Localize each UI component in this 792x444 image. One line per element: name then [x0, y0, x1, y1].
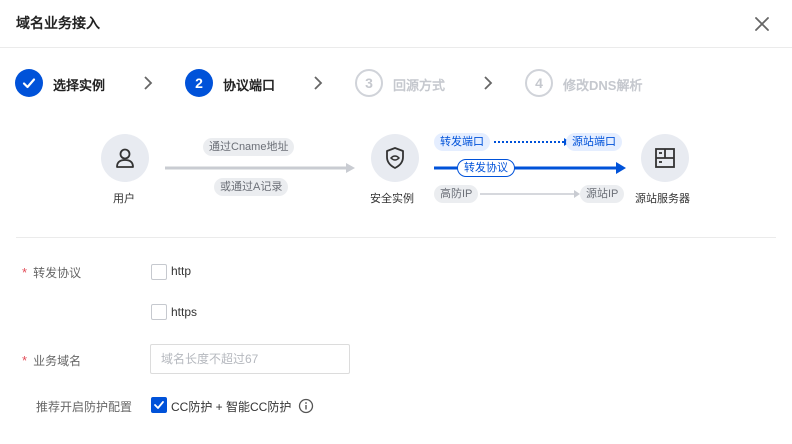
chevron-right-icon: [484, 76, 493, 90]
check-icon: [154, 401, 164, 409]
origin-port-pill: 源站端口: [566, 133, 622, 151]
cc-protection-checkbox[interactable]: [151, 397, 167, 413]
required-mark: *: [22, 353, 28, 368]
instance-label: 安全实例: [370, 193, 414, 205]
step-1-check-icon: [15, 69, 43, 97]
server-icon: [655, 148, 675, 168]
cname-pill: 通过Cname地址: [203, 138, 295, 156]
domain-label: * 业务域名: [22, 353, 82, 368]
a-record-pill: 或通过A记录: [214, 178, 289, 196]
chevron-right-icon: [144, 76, 153, 90]
info-icon[interactable]: [298, 398, 314, 414]
user-label: 用户: [113, 193, 135, 205]
http-checkbox[interactable]: [151, 264, 167, 280]
https-label[interactable]: https: [171, 305, 197, 319]
domain-input[interactable]: [150, 344, 350, 374]
server-node: [641, 134, 689, 182]
cc-protection-label[interactable]: CC防护 + 智能CC防护: [171, 398, 291, 415]
user-node: [101, 134, 149, 182]
forward-port-pill: 转发端口: [434, 133, 490, 151]
step-2-number: 2: [185, 69, 213, 97]
step-4-label: 修改DNS解析: [563, 78, 643, 93]
close-icon[interactable]: [752, 14, 772, 34]
dialog-header: 域名业务接入: [0, 0, 792, 48]
high-defense-ip-pill: 高防IP: [434, 185, 479, 203]
protocol-label: * 转发协议: [22, 265, 82, 280]
instance-node: [371, 134, 419, 182]
shield-icon: [386, 147, 404, 169]
chevron-right-icon: [314, 76, 323, 90]
recommend-label: 推荐开启防护配置: [36, 400, 133, 414]
step-3-label: 回源方式: [393, 78, 446, 93]
step-3-number: 3: [355, 69, 383, 97]
forward-protocol-pill: 转发协议: [457, 159, 515, 177]
flow-diagram: 用户 通过Cname地址 或通过A记录 安全实例 转发端口 源站端口 转发协议 …: [0, 120, 792, 220]
dialog-title: 域名业务接入: [16, 15, 100, 31]
step-1-label: 选择实例: [53, 78, 106, 93]
step-2-label: 协议端口: [223, 78, 276, 93]
divider: [16, 237, 776, 238]
server-label: 源站服务器: [635, 193, 690, 205]
http-label[interactable]: http: [171, 264, 191, 278]
origin-ip-pill: 源站IP: [580, 185, 625, 203]
step-4-number: 4: [525, 69, 553, 97]
required-mark: *: [22, 265, 28, 280]
user-icon: [116, 148, 134, 168]
https-checkbox[interactable]: [151, 304, 167, 320]
